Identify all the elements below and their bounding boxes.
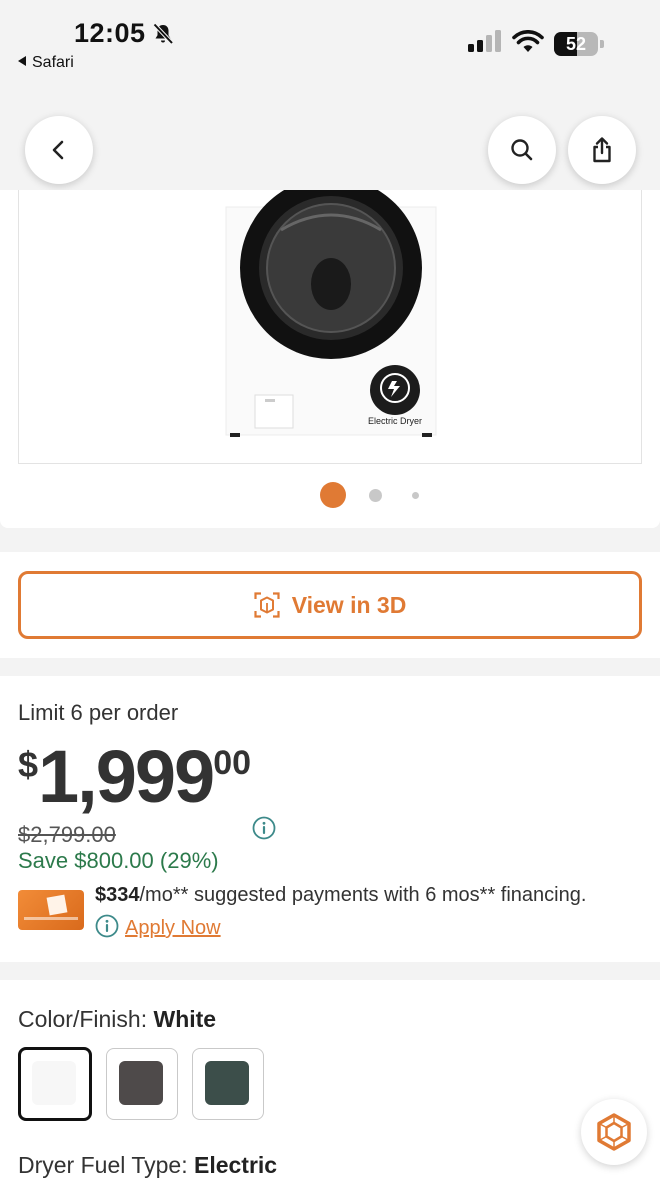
battery-indicator: 52 — [554, 32, 604, 56]
swatch-white[interactable] — [18, 1047, 92, 1121]
home-depot-credit-card-image — [18, 890, 84, 930]
3d-view-icon — [254, 592, 280, 618]
search-icon — [511, 139, 533, 161]
swatch-black-steel[interactable] — [106, 1048, 178, 1120]
price-currency: $ — [18, 744, 39, 785]
hexagon-logo-icon — [597, 1113, 631, 1151]
color-finish-value: White — [153, 1006, 217, 1032]
financing-info-icon[interactable] — [95, 914, 119, 938]
financing-amount: $334 — [95, 884, 140, 906]
carousel-dot-3[interactable] — [412, 492, 419, 499]
price-cents: 00 — [213, 744, 252, 782]
view-in-3d-label: View in 3D — [291, 591, 407, 618]
swatch-green[interactable] — [192, 1048, 264, 1120]
original-price: $2,799.00 — [18, 822, 116, 847]
price-dollars: 1,999 — [38, 735, 215, 818]
cellular-signal-icon — [468, 30, 501, 52]
dryer-product-image — [225, 190, 437, 437]
search-button[interactable] — [488, 116, 556, 184]
price-card: Limit 6 per order $1,99900 $2,799.00 Sav… — [0, 676, 660, 962]
status-bar: 12:05 Safari 52 — [0, 0, 660, 80]
financing-text: $334/mo** suggested payments with 6 mos*… — [95, 884, 586, 907]
purchase-limit: Limit 6 per order — [18, 700, 179, 725]
back-to-safari-link[interactable]: Safari — [18, 54, 74, 72]
carousel-dots — [0, 482, 660, 508]
share-button[interactable] — [568, 116, 636, 184]
dryer-fuel-type-value: Electric — [193, 1152, 278, 1178]
battery-level: 52 — [565, 34, 587, 54]
view-3d-card: View in 3D — [0, 552, 660, 658]
product-image-card: Electric Dryer — [0, 190, 660, 528]
dryer-fuel-type-label: Dryer Fuel Type: Electric — [18, 1152, 278, 1178]
back-button[interactable] — [25, 116, 93, 184]
savings-text: Save $800.00 (29%) — [18, 848, 219, 873]
financing-terms: /mo** suggested payments with 6 mos** fi… — [139, 884, 587, 906]
options-card: Color/Finish: White Dryer Fuel Type: Ele… — [0, 980, 660, 1200]
product-image-frame[interactable]: Electric Dryer — [18, 190, 642, 464]
apply-now-link[interactable]: Apply Now — [125, 917, 221, 940]
info-icon[interactable] — [252, 816, 276, 840]
share-icon — [593, 137, 611, 163]
color-finish-label: Color/Finish: White — [18, 1006, 217, 1032]
status-time: 12:05 — [74, 18, 146, 48]
chat-assistant-button[interactable] — [581, 1099, 647, 1165]
current-price: $1,99900 — [18, 734, 251, 819]
chevron-left-icon — [52, 140, 64, 160]
view-in-3d-button[interactable]: View in 3D — [18, 571, 642, 639]
electric-dryer-badge: Electric Dryer — [367, 416, 422, 426]
bell-slash-icon — [153, 23, 174, 45]
carousel-dot-2[interactable] — [369, 489, 382, 502]
back-app-label: Safari — [32, 54, 74, 71]
wifi-icon — [512, 30, 544, 52]
carousel-dot-1[interactable] — [320, 482, 346, 508]
